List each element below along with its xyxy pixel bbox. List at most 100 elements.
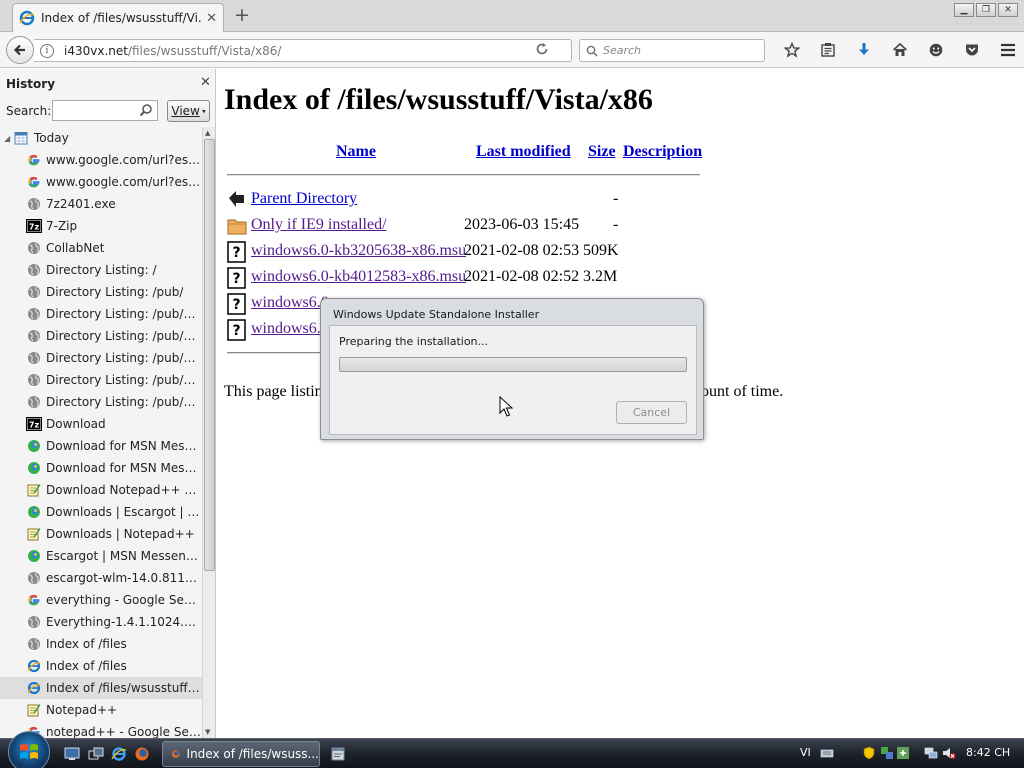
- history-item[interactable]: Everything-1.4.1.1024.x86-...: [0, 611, 202, 633]
- history-item[interactable]: Index of /files/wsusstuff/Vi...: [0, 677, 202, 699]
- history-item[interactable]: Download Notepad++ v8....: [0, 479, 202, 501]
- progress-bar: [339, 357, 687, 372]
- history-item[interactable]: Directory Listing: /pub/fire...: [0, 325, 202, 347]
- downloads-icon[interactable]: [846, 39, 882, 61]
- globe-icon: [26, 262, 42, 278]
- history-item[interactable]: Directory Listing: /pub/fire...: [0, 347, 202, 369]
- history-item[interactable]: www.google.com/url?esrc...: [0, 171, 202, 193]
- input-language[interactable]: VI: [800, 746, 811, 759]
- history-item[interactable]: escargot-wlm-14.0.8117.04...: [0, 567, 202, 589]
- column-header-name[interactable]: Name: [336, 143, 376, 161]
- info-icon[interactable]: i: [40, 43, 54, 58]
- history-item[interactable]: Directory Listing: /pub/: [0, 281, 202, 303]
- reading-list-icon[interactable]: [810, 39, 846, 61]
- globe-icon: [26, 328, 42, 344]
- history-item[interactable]: everything - Google Search: [0, 589, 202, 611]
- url-bar[interactable]: i i430vx.net/files/wsusstuff/Vista/x86/: [34, 39, 572, 62]
- taskbar-window-installer[interactable]: [326, 741, 350, 767]
- history-item-label: Directory Listing: /pub/fire...: [46, 329, 202, 343]
- network-icon[interactable]: [924, 746, 938, 760]
- history-item[interactable]: www.google.com/url?esrc...: [0, 149, 202, 171]
- show-desktop-icon[interactable]: [63, 745, 81, 763]
- reload-icon[interactable]: [535, 42, 549, 56]
- history-item[interactable]: 7z2401.exe: [0, 193, 202, 215]
- dropdown-arrow-icon: ▾: [199, 107, 206, 116]
- history-item-label: Download: [46, 417, 106, 431]
- history-item[interactable]: Downloads | Escargot | MS...: [0, 501, 202, 523]
- ie-icon: [26, 680, 42, 696]
- history-item[interactable]: 7z 7-Zip: [0, 215, 202, 237]
- history-item-label: Everything-1.4.1.1024.x86-...: [46, 615, 202, 629]
- security-shield-icon[interactable]: [862, 746, 876, 760]
- column-header-last-modified[interactable]: Last modified: [476, 143, 571, 161]
- history-item-label: Index of /files: [46, 637, 127, 651]
- hello-smiley-icon[interactable]: [918, 39, 954, 61]
- scroll-up-icon[interactable]: ▲: [205, 129, 210, 137]
- file-link[interactable]: windows6.0: [251, 320, 329, 338]
- menu-icon[interactable]: [990, 39, 1024, 61]
- 7zip-icon: 7z: [26, 416, 42, 432]
- history-item-label: Directory Listing: /pub/fire...: [46, 373, 202, 387]
- internet-explorer-icon[interactable]: [110, 745, 128, 763]
- globe-icon: [26, 372, 42, 388]
- file-link[interactable]: windows6.0-kb4012583-x86.msu: [251, 268, 466, 286]
- pocket-icon[interactable]: [954, 39, 990, 61]
- bookmark-star-icon[interactable]: [774, 39, 810, 61]
- history-item[interactable]: Index of /files: [0, 633, 202, 655]
- sidebar-scrollbar[interactable]: ▲ ▼: [202, 127, 215, 738]
- switch-windows-icon[interactable]: [87, 745, 105, 763]
- history-item-label: Directory Listing: /pub/fire...: [46, 351, 202, 365]
- tab-active[interactable]: Index of /files/wsusstuff/Vi... ✕: [12, 3, 224, 32]
- search-icon: [139, 104, 152, 117]
- history-item[interactable]: 7z Download: [0, 413, 202, 435]
- sidebar-search-input[interactable]: [52, 100, 158, 121]
- tab-close-icon[interactable]: ✕: [206, 11, 217, 26]
- file-link[interactable]: windows6.0: [251, 294, 329, 312]
- history-item[interactable]: Escargot | MSN Messenger...: [0, 545, 202, 567]
- file-size: 509K: [583, 242, 619, 259]
- history-group-today[interactable]: ◢ Today: [0, 127, 202, 149]
- sidebar-view-button[interactable]: View ▾: [167, 100, 210, 122]
- column-header-size[interactable]: Size: [588, 143, 616, 161]
- maximize-button[interactable]: ❐: [976, 3, 996, 17]
- taskbar-window-firefox[interactable]: Index of /files/wsuss...: [162, 741, 320, 767]
- history-item[interactable]: Download for MSN Messe...: [0, 457, 202, 479]
- history-item[interactable]: Directory Listing: /: [0, 259, 202, 281]
- home-icon[interactable]: [882, 39, 918, 61]
- file-link[interactable]: Parent Directory: [251, 190, 357, 208]
- sidebar-close-icon[interactable]: ✕: [200, 75, 211, 90]
- back-button[interactable]: [6, 36, 34, 64]
- search-bar[interactable]: Search: [579, 39, 765, 62]
- history-item[interactable]: Notepad++: [0, 699, 202, 721]
- file-link[interactable]: Only if IE9 installed/: [251, 216, 387, 234]
- taskbar-clock[interactable]: 8:42 CH: [966, 746, 1010, 759]
- history-item[interactable]: Download for MSN Messe...: [0, 435, 202, 457]
- firefox-icon: [171, 750, 180, 758]
- history-item[interactable]: Directory Listing: /pub/fire...: [0, 303, 202, 325]
- firefox-icon[interactable]: [133, 745, 151, 763]
- history-tree: ◢ Today www.google.com/url?esrc... www.go…: [0, 127, 202, 738]
- scroll-down-icon[interactable]: ▼: [205, 728, 210, 736]
- file-link[interactable]: windows6.0-kb3205638-x86.msu: [251, 242, 466, 260]
- volume-muted-icon[interactable]: [942, 746, 956, 760]
- history-item[interactable]: CollabNet: [0, 237, 202, 259]
- start-button[interactable]: [8, 731, 50, 768]
- history-item[interactable]: Directory Listing: /pub/fire...: [0, 391, 202, 413]
- scrollbar-thumb[interactable]: [204, 139, 215, 571]
- history-item-label: notepad++ - Google Search: [46, 725, 202, 738]
- keyboard-icon[interactable]: [820, 746, 834, 760]
- tray-app-icon[interactable]: [896, 746, 910, 760]
- globe-icon: [26, 570, 42, 586]
- history-item[interactable]: Index of /files: [0, 655, 202, 677]
- close-window-button[interactable]: ✕: [998, 3, 1018, 17]
- history-item[interactable]: Directory Listing: /pub/fire...: [0, 369, 202, 391]
- google-icon: [26, 174, 42, 190]
- history-item[interactable]: Downloads | Notepad++: [0, 523, 202, 545]
- column-header-description[interactable]: Description: [623, 143, 702, 161]
- collapse-triangle-icon[interactable]: ◢: [4, 134, 14, 143]
- network-status-icon[interactable]: [880, 746, 894, 760]
- minimize-button[interactable]: ▁: [954, 3, 974, 17]
- installer-window-icon: [331, 747, 345, 761]
- new-tab-icon[interactable]: +: [232, 5, 252, 25]
- notepad-icon: [26, 482, 42, 498]
